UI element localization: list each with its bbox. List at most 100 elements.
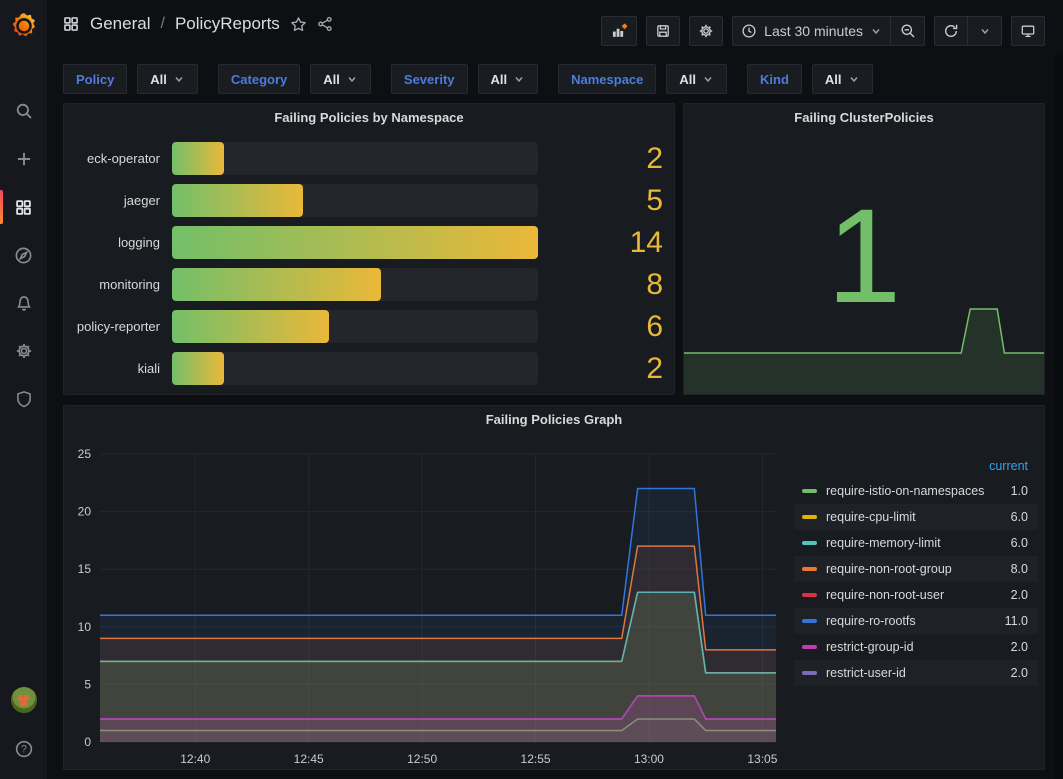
- chevron-down-icon: [346, 73, 358, 85]
- avatar[interactable]: [11, 687, 37, 713]
- breadcrumb: General / PolicyReports: [62, 0, 333, 48]
- series-color-swatch: [802, 541, 817, 545]
- add-panel-button[interactable]: [601, 16, 637, 46]
- legend-item-restrict-group-id[interactable]: restrict-group-id2.0: [794, 634, 1038, 660]
- dashboard-settings-button[interactable]: [689, 16, 723, 46]
- bar-track: [172, 184, 538, 217]
- refresh-button[interactable]: [934, 16, 968, 46]
- legend-item-require-memory-limit[interactable]: require-memory-limit6.0: [794, 530, 1038, 556]
- bar-gauge-row: logging14: [72, 226, 674, 259]
- legend-item-require-ro-rootfs[interactable]: require-ro-rootfs11.0: [794, 608, 1038, 634]
- filter-value-severity[interactable]: All: [478, 64, 539, 94]
- legend-item-restrict-user-id[interactable]: restrict-user-id2.0: [794, 660, 1038, 686]
- series-name: require-memory-limit: [826, 536, 986, 550]
- filter-label-namespace[interactable]: Namespace: [558, 64, 656, 94]
- filter-selected-value: All: [150, 72, 167, 87]
- sidebar-item-configuration[interactable]: [0, 331, 47, 371]
- filter-group-policy: Policy All: [63, 64, 198, 94]
- bar-value: 8: [538, 268, 674, 301]
- sidebar-item-explore[interactable]: [0, 235, 47, 275]
- time-picker-button[interactable]: Last 30 minutes: [732, 16, 891, 46]
- sidebar-item-server-admin[interactable]: [0, 379, 47, 419]
- save-dashboard-button[interactable]: [646, 16, 680, 46]
- filter-group-kind: Kind All: [747, 64, 873, 94]
- chevron-down-icon: [848, 73, 860, 85]
- filter-selected-value: All: [323, 72, 340, 87]
- bar-value: 5: [538, 184, 674, 217]
- legend-header-current[interactable]: current: [794, 454, 1038, 478]
- bar-gauge-row: policy-reporter6: [72, 310, 674, 343]
- bar-fill: [172, 142, 224, 175]
- chevron-down-icon: [979, 25, 991, 37]
- gear-icon: [15, 342, 33, 360]
- breadcrumb-separator: /: [160, 15, 164, 33]
- legend-item-require-cpu-limit[interactable]: require-cpu-limit6.0: [794, 504, 1038, 530]
- bar-track: [172, 310, 538, 343]
- sidebar-item-help[interactable]: ?: [0, 729, 47, 769]
- sidebar-item-search[interactable]: [0, 91, 47, 131]
- panel-title[interactable]: Failing Policies by Namespace: [64, 104, 674, 132]
- series-name: restrict-group-id: [826, 640, 986, 654]
- sidebar-item-create[interactable]: [0, 139, 47, 179]
- panel-failing-clusterpolicies: Failing ClusterPolicies 1: [683, 103, 1045, 395]
- plus-icon: [15, 150, 33, 168]
- help-icon: ?: [14, 739, 34, 759]
- bar-track: [172, 226, 538, 259]
- sidebar-item-dashboards[interactable]: [0, 187, 47, 227]
- bar-label: monitoring: [72, 277, 172, 292]
- filter-value-kind[interactable]: All: [812, 64, 873, 94]
- legend-item-require-non-root-group[interactable]: require-non-root-group8.0: [794, 556, 1038, 582]
- share-dashboard-button[interactable]: [317, 16, 333, 32]
- bar-track: [172, 142, 538, 175]
- panel-title[interactable]: Failing Policies Graph: [64, 406, 1044, 434]
- series-current-value: 2.0: [986, 666, 1028, 680]
- filter-group-severity: Severity All: [391, 64, 538, 94]
- bar-label: kiali: [72, 361, 172, 376]
- filter-value-namespace[interactable]: All: [666, 64, 727, 94]
- bar-gauge-row: monitoring 8: [72, 268, 674, 301]
- series-name: require-non-root-group: [826, 562, 986, 576]
- breadcrumb-folder[interactable]: General: [90, 14, 150, 34]
- refresh-interval-button[interactable]: [968, 16, 1002, 46]
- svg-text:25: 25: [78, 447, 92, 461]
- filter-label-kind[interactable]: Kind: [747, 64, 802, 94]
- filter-value-policy[interactable]: All: [137, 64, 198, 94]
- bar-track: [172, 352, 538, 385]
- bar-label: jaeger: [72, 193, 172, 208]
- bar-value: 6: [538, 310, 674, 343]
- sidebar: ?: [0, 0, 47, 779]
- series-color-swatch: [802, 489, 817, 493]
- kiosk-mode-button[interactable]: [1011, 16, 1045, 46]
- filter-selected-value: All: [491, 72, 508, 87]
- bar-fill: [172, 226, 538, 259]
- bar-label: logging: [72, 235, 172, 250]
- legend-item-require-istio-on-namespaces[interactable]: require-istio-on-namespaces1.0: [794, 478, 1038, 504]
- filter-label-severity[interactable]: Severity: [391, 64, 468, 94]
- legend-item-require-non-root-user[interactable]: require-non-root-user2.0: [794, 582, 1038, 608]
- series-color-swatch: [802, 593, 817, 597]
- filter-label-policy[interactable]: Policy: [63, 64, 127, 94]
- gear-icon: [698, 23, 714, 39]
- chevron-down-icon: [513, 73, 525, 85]
- bar-value: 2: [538, 142, 674, 175]
- filter-value-category[interactable]: All: [310, 64, 371, 94]
- bar-gauge-row: kiali2: [72, 352, 674, 385]
- sidebar-menu: [0, 91, 47, 427]
- panel-title[interactable]: Failing ClusterPolicies: [684, 104, 1044, 132]
- star-dashboard-button[interactable]: [290, 16, 307, 33]
- star-icon: [290, 16, 307, 33]
- dashboard-grid-icon: [62, 15, 80, 33]
- refresh-group: [934, 16, 1002, 46]
- breadcrumb-page[interactable]: PolicyReports: [175, 14, 280, 34]
- filter-label-category[interactable]: Category: [218, 64, 300, 94]
- zoom-out-time-button[interactable]: [891, 16, 925, 46]
- sidebar-item-alerting[interactable]: [0, 283, 47, 323]
- grafana-logo-icon[interactable]: [9, 11, 39, 41]
- bar-track: [172, 268, 538, 301]
- chevron-down-icon: [173, 73, 185, 85]
- series-name: require-cpu-limit: [826, 510, 986, 524]
- svg-text:12:40: 12:40: [180, 752, 210, 766]
- scrollbar[interactable]: [1055, 55, 1063, 779]
- bar-fill: [172, 310, 329, 343]
- series-color-swatch: [802, 515, 817, 519]
